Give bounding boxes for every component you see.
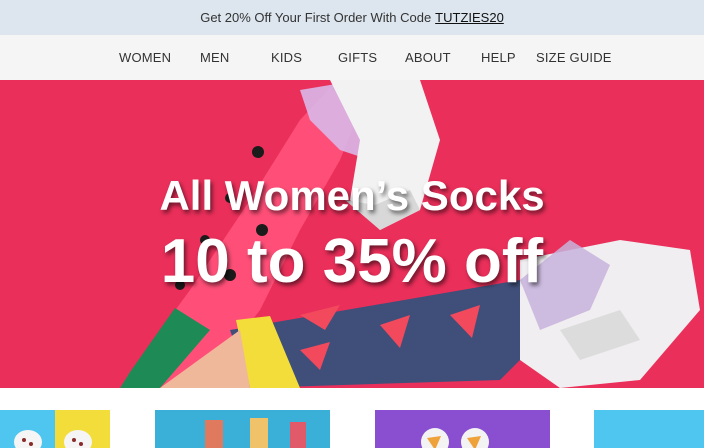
- category-tile[interactable]: [0, 410, 110, 448]
- category-tiles: [0, 388, 704, 448]
- nav-women[interactable]: WOMEN: [119, 35, 171, 80]
- tile-image: [594, 410, 704, 448]
- nav-about[interactable]: ABOUT: [405, 35, 451, 80]
- promo-code-link[interactable]: TUTZIES20: [435, 10, 504, 25]
- nav-size-guide[interactable]: SIZE GUIDE: [536, 35, 612, 80]
- hero-subtitle: 10 to 35% off: [160, 227, 544, 296]
- nav-men[interactable]: MEN: [200, 35, 230, 80]
- nav-gifts[interactable]: GIFTS: [338, 35, 377, 80]
- tile-image: [155, 410, 330, 448]
- category-tile[interactable]: [594, 410, 704, 448]
- hero-banner[interactable]: All Women’s Socks 10 to 35% off: [0, 80, 704, 388]
- nav-kids[interactable]: KIDS: [271, 35, 302, 80]
- promo-banner: Get 20% Off Your First Order With Code T…: [0, 0, 704, 35]
- tile-image: [0, 410, 110, 448]
- category-tile[interactable]: [155, 410, 330, 448]
- main-nav: WOMEN MEN KIDS GIFTS ABOUT HELP SIZE GUI…: [0, 35, 704, 80]
- promo-text: Get 20% Off Your First Order With Code: [200, 10, 432, 25]
- nav-help[interactable]: HELP: [481, 35, 516, 80]
- hero-title: All Women’s Socks: [159, 172, 545, 219]
- tile-image: [375, 410, 550, 448]
- category-tile[interactable]: [375, 410, 550, 448]
